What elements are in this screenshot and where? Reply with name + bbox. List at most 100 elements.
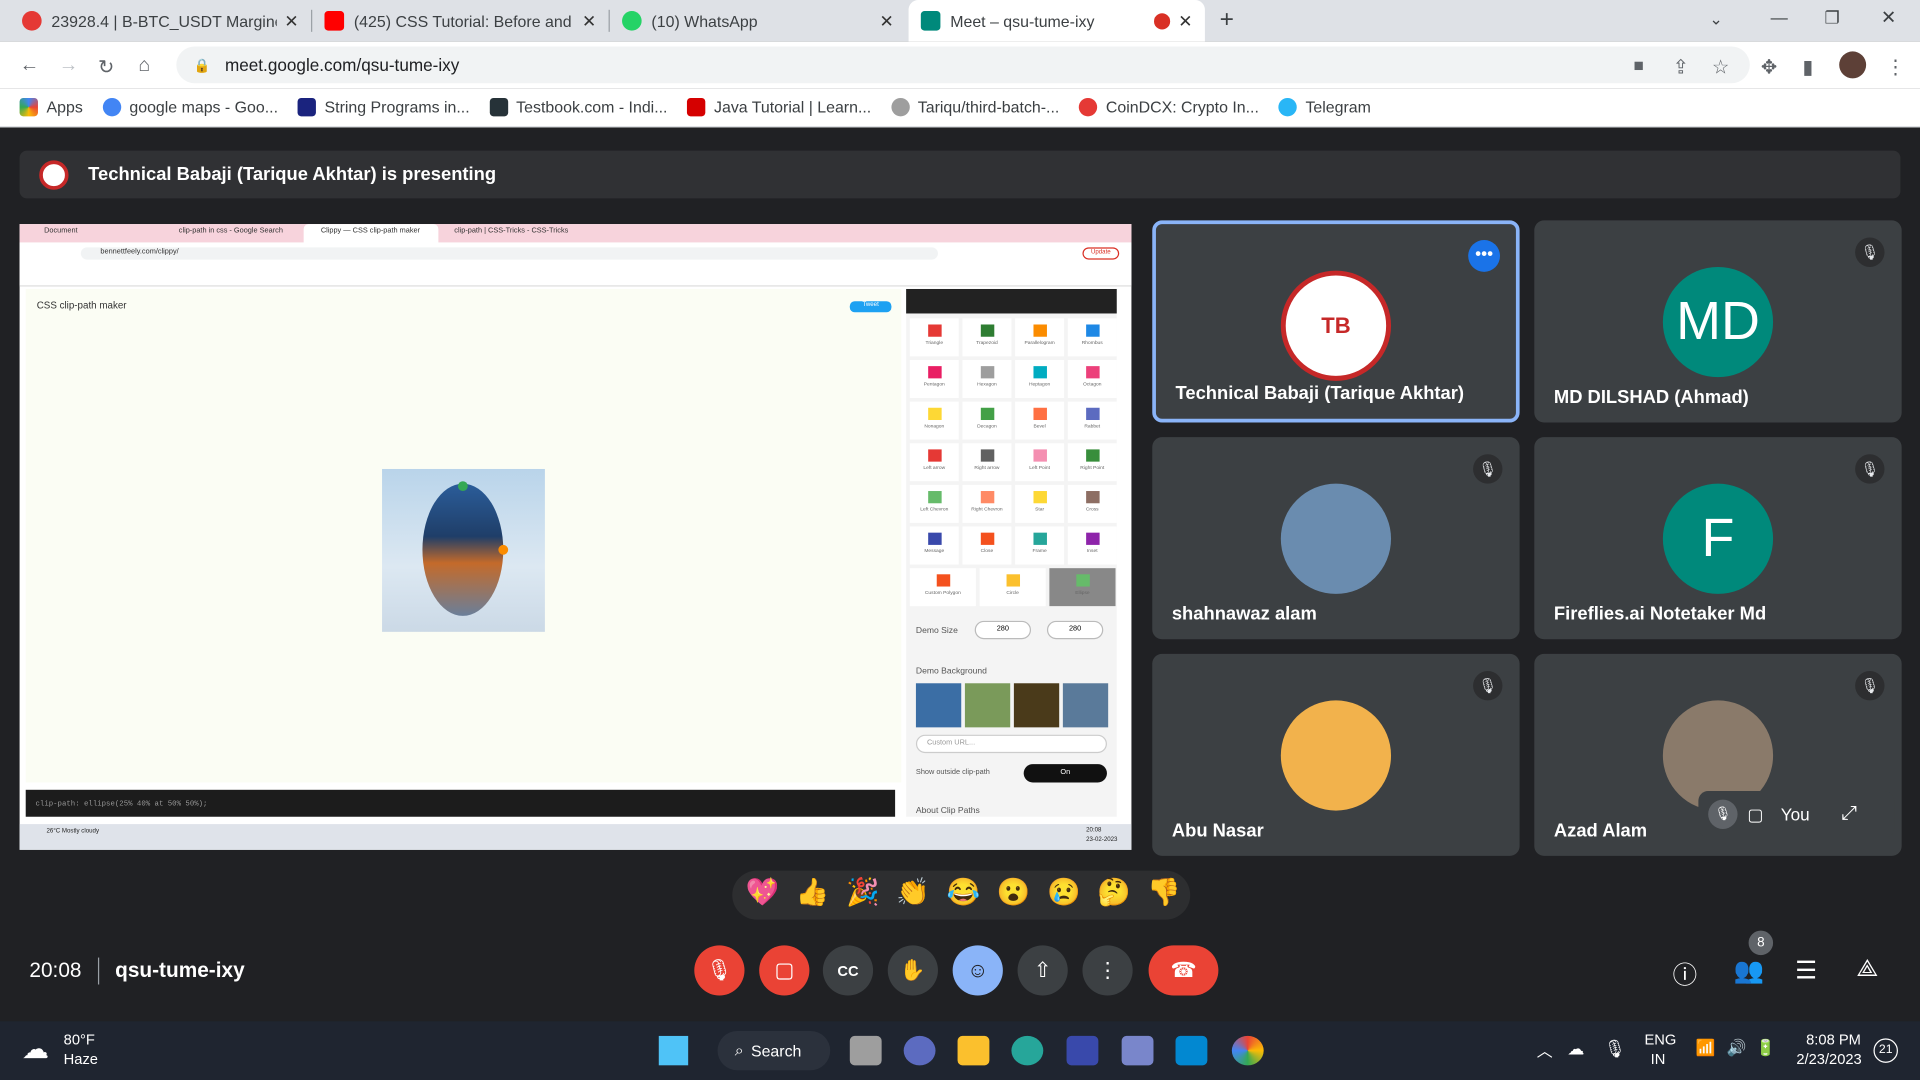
tab-search-icon[interactable]: ⌄ [1709, 10, 1722, 30]
reaction-emoji[interactable]: 🎉 [846, 877, 880, 909]
shape-option[interactable]: Right Chevron [962, 484, 1012, 523]
shape-option[interactable]: Left Chevron [909, 484, 959, 523]
shape-option[interactable]: Nonagon [909, 401, 959, 440]
home-icon[interactable]: ⌂ [138, 55, 150, 77]
reaction-emoji[interactable]: 🤔 [1097, 877, 1131, 909]
shape-option[interactable]: Ellipse [1049, 568, 1116, 607]
bookmark-item[interactable]: Java Tutorial | Learn... [687, 97, 871, 117]
shape-option[interactable]: Hexagon [962, 360, 1012, 398]
chrome-icon[interactable] [1231, 1035, 1264, 1066]
chevron-up-icon[interactable]: ︿ [1537, 1038, 1553, 1061]
shape-option[interactable]: Rhombus [1067, 318, 1117, 357]
browser-tab[interactable]: (10) WhatsApp ✕ [610, 0, 906, 42]
app-icon[interactable] [1066, 1035, 1099, 1066]
bookmark-item[interactable]: Testbook.com - Indi... [489, 97, 667, 117]
mic-icon[interactable]: 🎙 [1604, 1038, 1626, 1059]
mic-off-icon[interactable]: 🎙 [1708, 799, 1738, 829]
reactions-button[interactable]: ☺ [952, 945, 1003, 996]
menu-icon[interactable]: ⋮ [1886, 55, 1906, 79]
info-icon[interactable]: ⓘ [1673, 955, 1697, 991]
shape-option[interactable]: Right Point [1067, 443, 1117, 482]
bg-thumb[interactable] [915, 683, 962, 728]
bookmark-item[interactable]: Telegram [1278, 97, 1371, 117]
file-explorer-icon[interactable] [957, 1035, 990, 1066]
shape-option[interactable]: Message [909, 526, 959, 565]
participant-tile[interactable]: 🎙 Azad Alam 🎙 ▢ You ⤢ [1534, 653, 1902, 856]
shape-option[interactable]: Heptagon [1015, 360, 1065, 398]
reload-icon[interactable]: ↻ [98, 55, 114, 79]
profile-avatar[interactable] [1839, 51, 1867, 79]
battery-icon[interactable]: 🔋 [1756, 1038, 1776, 1058]
custom-url-input[interactable]: Custom URL... [915, 734, 1107, 754]
participant-tile[interactable]: 🎙 shahnawaz alam [1152, 437, 1520, 640]
shape-option[interactable]: Parallelogram [1015, 318, 1065, 357]
app-icon[interactable] [1175, 1035, 1208, 1066]
task-view-icon[interactable] [849, 1035, 882, 1066]
new-tab-icon[interactable]: + [1220, 6, 1234, 34]
captions-button[interactable]: CC [822, 945, 874, 996]
forward-icon[interactable]: → [59, 55, 79, 77]
present-button[interactable]: ⇧ [1017, 945, 1068, 996]
sidebar-icon[interactable]: ▮ [1802, 55, 1813, 79]
reaction-emoji[interactable]: 😮 [997, 877, 1031, 909]
participant-tile[interactable]: F 🎙 Fireflies.ai Notetaker Md [1534, 437, 1902, 640]
more-options-button[interactable]: ⋮ [1082, 945, 1133, 996]
shape-option[interactable]: Custom Polygon [909, 568, 976, 607]
shape-option[interactable]: Inset [1067, 526, 1117, 565]
close-icon[interactable]: ✕ [880, 10, 894, 31]
shape-option[interactable]: Pentagon [909, 360, 959, 398]
close-icon[interactable]: ✕ [284, 10, 298, 31]
app-icon[interactable] [1121, 1035, 1154, 1066]
notification-badge[interactable]: 21 [1873, 1038, 1898, 1063]
shape-option[interactable]: Bevel [1015, 401, 1065, 440]
reaction-emoji[interactable]: 😢 [1047, 877, 1081, 909]
height-input[interactable]: 280 [1046, 620, 1104, 640]
bg-thumb[interactable] [1013, 683, 1060, 728]
reaction-emoji[interactable]: 👍 [796, 877, 830, 909]
shape-option[interactable]: Frame [1015, 526, 1065, 565]
shape-option[interactable]: Right arrow [962, 443, 1012, 482]
shape-option[interactable]: Star [1015, 484, 1065, 523]
minimize-icon[interactable]: — [1771, 7, 1788, 27]
chat-app-icon[interactable] [903, 1035, 936, 1066]
width-input[interactable]: 280 [974, 620, 1032, 640]
bookmark-apps[interactable]: Apps [19, 97, 83, 117]
close-icon[interactable]: ✕ [1178, 10, 1192, 31]
window-close-icon[interactable]: ✕ [1881, 6, 1896, 28]
shape-option[interactable]: Cross [1067, 484, 1117, 523]
volume-icon[interactable]: 🔊 [1727, 1038, 1747, 1058]
shape-option[interactable]: Rabbet [1067, 401, 1117, 440]
windows-start-icon[interactable] [658, 1035, 689, 1066]
browser-tab[interactable]: 23928.4 | B-BTC_USDT Margined ✕ [10, 0, 311, 42]
shape-option[interactable]: Trapezoid [962, 318, 1012, 357]
participant-tile[interactable]: MD 🎙 MD DILSHAD (Ahmad) [1534, 220, 1902, 423]
participant-tile[interactable]: TB ••• Technical Babaji (Tarique Akhtar) [1152, 220, 1520, 423]
participant-tile[interactable]: 🎙 Abu Nasar [1152, 653, 1520, 856]
outside-toggle[interactable]: On [1023, 764, 1107, 783]
reaction-emoji[interactable]: 👏 [896, 877, 930, 909]
bg-thumb[interactable] [964, 683, 1011, 728]
bg-thumb[interactable] [1062, 683, 1109, 728]
tweet-button[interactable]: Tweet [849, 301, 892, 313]
share-icon[interactable]: ⇪ [1673, 55, 1689, 79]
shape-option[interactable]: Decagon [962, 401, 1012, 440]
bookmark-item[interactable]: String Programs in... [297, 97, 470, 117]
browser-tab-active[interactable]: Meet – qsu-tume-ixy ⬤ ✕ [908, 0, 1205, 42]
bookmark-item[interactable]: CoinDCX: Crypto In... [1078, 97, 1259, 117]
reaction-emoji[interactable]: 💖 [746, 877, 780, 909]
restore-icon[interactable]: ❐ [1825, 7, 1840, 28]
bookmark-item[interactable]: google maps - Goo... [102, 97, 278, 117]
close-icon[interactable]: ✕ [582, 10, 596, 31]
expand-icon[interactable]: ⤢ [1841, 803, 1857, 825]
more-options-icon[interactable]: ••• [1468, 240, 1501, 272]
extensions-icon[interactable]: ✥ [1761, 55, 1777, 79]
people-icon[interactable]: 👥 [1734, 955, 1764, 986]
camera-icon[interactable]: ■ [1633, 55, 1643, 75]
address-bar[interactable]: 🔒 meet.google.com/qsu-tume-ixy [176, 46, 1750, 84]
shape-option[interactable]: Octagon [1067, 360, 1117, 398]
shape-option[interactable]: Left Point [1015, 443, 1065, 482]
edge-icon[interactable] [1011, 1035, 1044, 1066]
shape-option[interactable]: Close [962, 526, 1012, 565]
mic-toggle-button[interactable]: 🎙 [694, 945, 745, 996]
wifi-icon[interactable]: 📶 [1696, 1038, 1716, 1058]
